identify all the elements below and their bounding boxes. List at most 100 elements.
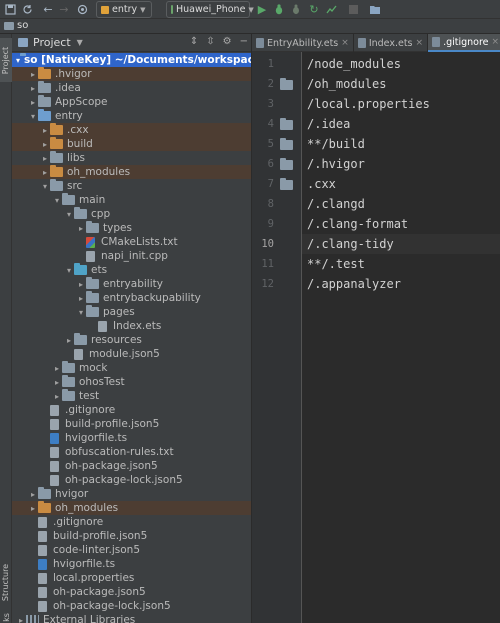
breadcrumb[interactable]: so (17, 20, 28, 31)
apply-changes-icon[interactable]: ↻ (308, 2, 320, 17)
device-manager-icon[interactable] (368, 2, 382, 17)
collapse-all-icon[interactable]: ⇳ (206, 36, 214, 47)
tree-item-obfuscation-rules-txt[interactable]: obfuscation-rules.txt (12, 445, 251, 459)
tree-item-libs[interactable]: ▸ libs (12, 151, 251, 165)
chevron-right-icon[interactable]: ▸ (40, 126, 50, 135)
chevron-right-icon[interactable]: ▸ (28, 504, 38, 513)
close-icon[interactable]: × (492, 37, 500, 47)
sync-icon[interactable] (20, 2, 34, 17)
chevron-down-icon[interactable]: ▾ (28, 112, 38, 121)
chevron-right-icon[interactable]: ▸ (64, 336, 74, 345)
tree-item-hvigor[interactable]: ▸ hvigor (12, 487, 251, 501)
tree-item-module-json5[interactable]: module.json5 (12, 347, 251, 361)
tree-item-hvigorfile-ts[interactable]: hvigorfile.ts (12, 431, 251, 445)
tree-item-cpp[interactable]: ▾ cpp (12, 207, 251, 221)
tree-item-gitignore[interactable]: .gitignore (12, 403, 251, 417)
tree-item-oh-package-lock-json5[interactable]: oh-package-lock.json5 (12, 473, 251, 487)
chevron-down-icon[interactable]: ▼ (77, 38, 83, 47)
chevron-right-icon[interactable]: ▸ (40, 168, 50, 177)
tree-item-build-profile-json5[interactable]: build-profile.json5 (12, 529, 251, 543)
code-editor[interactable]: 1 2 3 4 5 6 7 8 9 10 11 12 /node_modules/oh_modules… (252, 52, 500, 623)
bookmarks-tool-tab[interactable]: ks (0, 611, 12, 623)
editor-tab-gitignore[interactable]: .gitignore × (428, 34, 500, 52)
tree-item-main[interactable]: ▾ main (12, 193, 251, 207)
tree-item-test[interactable]: ▸ test (12, 389, 251, 403)
close-icon[interactable]: × (416, 38, 424, 48)
gear-icon[interactable]: ⚙ (223, 36, 232, 47)
tree-item-hvigorfile-ts[interactable]: hvigorfile.ts (12, 557, 251, 571)
tree-item-appscope[interactable]: ▸ AppScope (12, 95, 251, 109)
chevron-right-icon[interactable]: ▸ (28, 98, 38, 107)
chevron-right-icon[interactable]: ▸ (28, 70, 38, 79)
chevron-right-icon[interactable]: ▸ (52, 378, 62, 387)
tree-item-src[interactable]: ▾ src (12, 179, 251, 193)
module-selector[interactable]: entry ▼ (96, 1, 152, 18)
tree-item-oh-package-json5[interactable]: oh-package.json5 (12, 585, 251, 599)
tree-item-build[interactable]: ▸ build (12, 137, 251, 151)
tree-item-oh-package-lock-json5[interactable]: oh-package-lock.json5 (12, 599, 251, 613)
save-all-icon[interactable] (3, 2, 17, 17)
code-line[interactable]: /node_modules (302, 54, 500, 74)
tree-item-external-libraries[interactable]: ▸ External Libraries (12, 613, 251, 623)
chevron-right-icon[interactable]: ▸ (76, 280, 86, 289)
tree-item-hvigor[interactable]: ▸ .hvigor (12, 67, 251, 81)
code-line[interactable]: /.clangd (302, 194, 500, 214)
tree-item-cxx[interactable]: ▸ .cxx (12, 123, 251, 137)
tree-item-pages[interactable]: ▾ pages (12, 305, 251, 319)
structure-tool-tab[interactable]: Structure (0, 554, 12, 610)
stop-icon[interactable] (347, 2, 359, 17)
chevron-right-icon[interactable]: ▸ (28, 490, 38, 499)
tree-item-idea[interactable]: ▸ .idea (12, 81, 251, 95)
profiler-icon[interactable] (325, 2, 337, 17)
tree-item-cmakelists-txt[interactable]: CMakeLists.txt (12, 235, 251, 249)
tree-item-local-properties[interactable]: local.properties (12, 571, 251, 585)
chevron-down-icon[interactable]: ▾ (76, 308, 86, 317)
chevron-right-icon[interactable]: ▸ (76, 294, 86, 303)
tree-item-entry[interactable]: ▾ entry (12, 109, 251, 123)
tree-item-gitignore[interactable]: .gitignore (12, 515, 251, 529)
code-line[interactable]: .cxx (302, 174, 500, 194)
tree-item-build-profile-json5[interactable]: build-profile.json5 (12, 417, 251, 431)
editor-tab-entryability-ets[interactable]: EntryAbility.ets × (252, 34, 354, 52)
forward-icon[interactable]: → (58, 2, 70, 17)
hide-icon[interactable]: − (240, 36, 248, 47)
code-line[interactable]: /.hvigor (302, 154, 500, 174)
code-line[interactable]: /.clang-tidy (302, 234, 500, 254)
tree-item-index-ets[interactable]: Index.ets (12, 319, 251, 333)
chevron-right-icon[interactable]: ▸ (76, 224, 86, 233)
expand-all-icon[interactable]: ⇕ (190, 36, 198, 47)
chevron-down-icon[interactable]: ▾ (64, 210, 74, 219)
chevron-right-icon[interactable]: ▸ (52, 392, 62, 401)
close-icon[interactable]: × (341, 38, 349, 48)
tree-item-types[interactable]: ▸ types (12, 221, 251, 235)
code-line[interactable]: **/.test (302, 254, 500, 274)
device-selector[interactable]: Huawei_Phone ▼ (166, 1, 254, 18)
tree-item-oh-modules[interactable]: ▸ oh_modules (12, 165, 251, 179)
editor-tab-index-ets[interactable]: Index.ets × (354, 34, 429, 52)
run-icon[interactable]: ▶ (256, 2, 268, 17)
chevron-down-icon[interactable]: ▾ (40, 182, 50, 191)
code-line[interactable]: /oh_modules (302, 74, 500, 94)
code-line[interactable]: /.idea (302, 114, 500, 134)
code-line[interactable]: /.appanalyzer (302, 274, 500, 294)
code-line[interactable]: /.clang-format (302, 214, 500, 234)
project-tool-tab[interactable]: Project (0, 38, 12, 82)
tree-item-oh-package-json5[interactable]: oh-package.json5 (12, 459, 251, 473)
tree-item-resources[interactable]: ▸ resources (12, 333, 251, 347)
tree-item-napi-init-cpp[interactable]: napi_init.cpp (12, 249, 251, 263)
chevron-right-icon[interactable]: ▸ (16, 616, 26, 623)
tree-item-ohostest[interactable]: ▸ ohosTest (12, 375, 251, 389)
code-line[interactable]: /local.properties (302, 94, 500, 114)
chevron-right-icon[interactable]: ▸ (40, 140, 50, 149)
project-view-selector[interactable]: Project (33, 36, 71, 49)
chevron-down-icon[interactable]: ▾ (64, 266, 74, 275)
debug-icon[interactable] (273, 2, 285, 17)
code-line[interactable]: **/build (302, 134, 500, 154)
chevron-right-icon[interactable]: ▸ (52, 364, 62, 373)
attach-debugger-icon[interactable] (290, 2, 302, 17)
chevron-right-icon[interactable]: ▸ (28, 84, 38, 93)
tree-item-oh-modules[interactable]: ▸ oh_modules (12, 501, 251, 515)
tree-item-mock[interactable]: ▸ mock (12, 361, 251, 375)
chevron-right-icon[interactable]: ▸ (40, 154, 50, 163)
tree-item-entrybackupability[interactable]: ▸ entrybackupability (12, 291, 251, 305)
